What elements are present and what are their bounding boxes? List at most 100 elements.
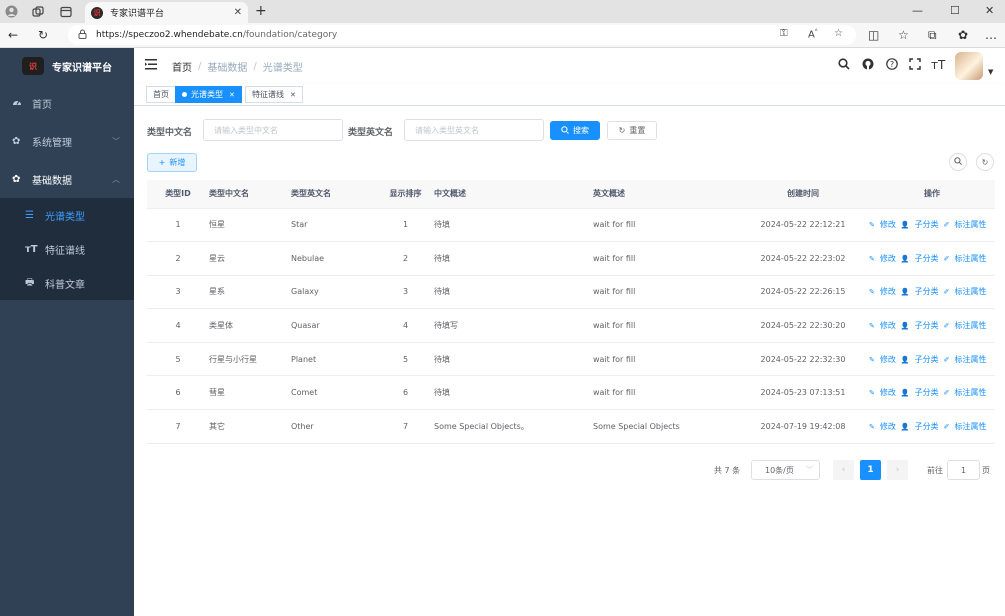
browser-tab-active[interactable]: 识 专家识谱平台 ✕ — [85, 2, 248, 23]
maximize-icon[interactable]: ☐ — [950, 4, 960, 17]
annotate-attr-button[interactable]: ✐ 标注属性 — [944, 254, 987, 263]
sidebar-item-basic-data[interactable]: ✿ 基础数据 ︿ — [0, 160, 134, 198]
more-menu-icon[interactable]: … — [985, 28, 997, 42]
new-tab-icon[interactable]: + — [255, 3, 267, 19]
annotate-attr-button[interactable]: ✐ 标注属性 — [944, 321, 987, 330]
chevron-down-icon: ﹀ — [806, 466, 813, 474]
back-arrow-icon[interactable]: ← — [8, 28, 18, 42]
column-header: 类型英文名 — [291, 180, 377, 209]
annotate-attr-button[interactable]: ✐ 标注属性 — [944, 422, 987, 431]
sidebar-item-home[interactable]: 首页 — [0, 84, 134, 122]
window-close-icon[interactable]: ✕ — [985, 4, 994, 17]
breadcrumb-separator: / — [253, 61, 257, 72]
breadcrumb-item-home[interactable]: 首页 — [172, 59, 192, 74]
annotate-attr-button[interactable]: ✐ 标注属性 — [944, 355, 987, 364]
table-cell-en-desc: wait for fill — [593, 375, 737, 411]
edit-button[interactable]: ✎ 修改 — [869, 388, 896, 397]
annotate-attr-button[interactable]: ✐ 标注属性 — [944, 220, 987, 229]
minimize-icon[interactable]: — — [912, 4, 923, 17]
edit-button[interactable]: ✎ 修改 — [869, 220, 896, 229]
workspaces-icon[interactable] — [30, 4, 45, 19]
edit-button[interactable]: ✎ 修改 — [869, 287, 896, 296]
sidebar-item-feature-lines[interactable]: ᴛT 特征谱线 — [0, 232, 134, 266]
avatar[interactable] — [955, 52, 983, 80]
reset-button[interactable]: ↻ 重置 — [607, 121, 657, 140]
table-cell-time: 2024-05-22 22:32:30 — [737, 342, 869, 377]
cn-name-input[interactable] — [203, 119, 343, 141]
subcategory-button[interactable]: 👤 子分类 — [901, 321, 939, 330]
edit-button[interactable]: ✎ 修改 — [869, 355, 896, 364]
close-icon[interactable]: ✕ — [229, 91, 235, 99]
table-cell-time: 2024-05-22 22:26:15 — [737, 275, 869, 310]
annotate-attr-button[interactable]: ✐ 标注属性 — [944, 388, 987, 397]
user-icon: 👤 — [900, 389, 910, 398]
search-button[interactable]: 搜索 — [550, 121, 600, 140]
text-size-icon[interactable]: ᴛT — [931, 58, 945, 72]
extension-icon[interactable]: ✿ — [958, 28, 968, 42]
tag-spectrum-type[interactable]: 光谱类型 ✕ — [175, 86, 242, 103]
github-icon[interactable] — [862, 58, 874, 73]
subcategory-button[interactable]: 👤 子分类 — [901, 355, 939, 364]
profile-icon[interactable] — [4, 4, 19, 19]
add-button[interactable]: + 新增 — [147, 153, 197, 172]
page-number-button[interactable]: 1 — [860, 460, 881, 480]
sidebar-brand[interactable]: 识 专家识谱平台 — [0, 48, 134, 84]
sidebar-item-system[interactable]: ✿ 系统管理 ﹀ — [0, 122, 134, 160]
read-aloud-icon[interactable]: Aᴬ — [808, 28, 817, 40]
goto-label: 前往 — [927, 465, 943, 475]
annotate-attr-button[interactable]: ✐ 标注属性 — [944, 287, 987, 296]
edit-icon: ✎ — [869, 254, 875, 263]
tag-home[interactable]: 首页 — [146, 86, 176, 103]
favorites-icon[interactable]: ☆ — [898, 28, 909, 42]
close-icon[interactable]: ✕ — [234, 7, 242, 18]
collections-icon[interactable]: ⧉ — [928, 28, 937, 43]
prev-page-button[interactable]: ‹ — [833, 460, 854, 480]
split-screen-icon[interactable]: ◫ — [868, 28, 879, 42]
table-row: 2 星云 Nebulae 2 待填 wait for fill 2024-05-22 22:… — [147, 241, 995, 276]
subcategory-button[interactable]: 👤 子分类 — [901, 287, 939, 296]
en-name-input[interactable] — [404, 119, 544, 141]
table-cell-en-desc: wait for fill — [593, 275, 737, 310]
goto-page-input[interactable] — [947, 460, 980, 480]
close-icon[interactable]: ✕ — [290, 91, 296, 99]
subcategory-button[interactable]: 👤 子分类 — [901, 220, 939, 229]
help-icon[interactable]: ? — [886, 58, 898, 73]
active-dot-icon — [182, 92, 187, 97]
table-cell-id: 5 — [147, 342, 209, 377]
table-cell-cn: 恒星 — [209, 208, 291, 243]
edit-button[interactable]: ✎ 修改 — [869, 254, 896, 263]
caret-down-icon[interactable]: ▼ — [988, 68, 993, 76]
search-icon — [561, 125, 569, 136]
list-icon: ☰ — [25, 209, 34, 221]
hamburger-icon[interactable] — [145, 59, 157, 73]
address-bar[interactable]: https://speczoo2.whendebate.cn/foundatio… — [68, 25, 856, 45]
fullscreen-icon[interactable] — [909, 58, 921, 73]
reload-icon[interactable]: ↻ — [38, 28, 48, 42]
toggle-search-button[interactable] — [949, 153, 967, 171]
favorite-star-icon[interactable]: ☆ — [834, 28, 843, 39]
subcategory-button[interactable]: 👤 子分类 — [901, 388, 939, 397]
subcategory-button[interactable]: 👤 子分类 — [901, 422, 939, 431]
next-page-button[interactable]: › — [887, 460, 908, 480]
edit-button[interactable]: ✎ 修改 — [869, 422, 896, 431]
tag-feature-lines[interactable]: 特征谱线 ✕ — [245, 86, 303, 103]
page-size-select[interactable]: 10条/页 ﹀ — [751, 460, 820, 480]
sidebar-submenu: ☰ 光谱类型 ᴛT 特征谱线 🖶 科普文章 — [0, 198, 134, 300]
edit-button[interactable]: ✎ 修改 — [869, 321, 896, 330]
sidebar-item-articles[interactable]: 🖶 科普文章 — [0, 266, 134, 300]
table-cell-cn-desc: 待填 — [434, 208, 593, 243]
browser-tab-strip: 识 专家识谱平台 ✕ + — ☐ ✕ — [0, 0, 1005, 23]
refresh-button[interactable]: ↻ — [976, 153, 994, 171]
search-icon[interactable] — [838, 58, 850, 73]
edit-icon: ✎ — [869, 389, 875, 398]
tab-actions-icon[interactable] — [58, 4, 73, 19]
key-icon[interactable]: ⚿ — [780, 28, 788, 39]
subcategory-button[interactable]: 👤 子分类 — [901, 254, 939, 263]
top-navbar: 首页 / 基础数据 / 光谱类型 ? ᴛT ▼ — [134, 48, 1005, 84]
sidebar-item-spectrum-type[interactable]: ☰ 光谱类型 — [0, 198, 134, 232]
tag-icon: ✐ — [943, 288, 950, 297]
sidebar: 识 专家识谱平台 首页 ✿ 系统管理 ﹀ ✿ 基础数据 ︿ ☰ 光谱类型 ᴛT … — [0, 48, 134, 616]
user-icon: 👤 — [900, 288, 910, 297]
edit-icon: ✎ — [869, 322, 875, 331]
table-cell-time: 2024-05-22 22:30:20 — [737, 308, 869, 343]
